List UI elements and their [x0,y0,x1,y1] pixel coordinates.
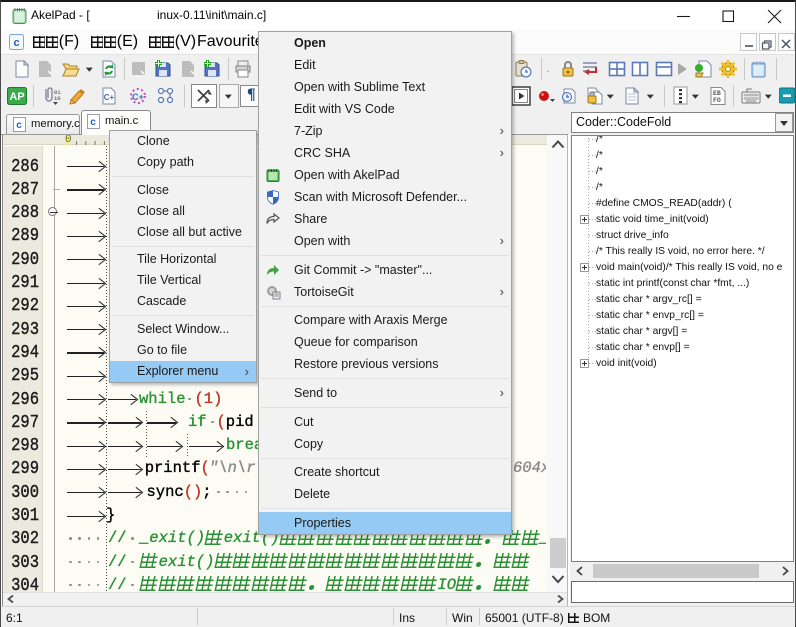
svg-text:c: c [13,37,19,49]
svg-text:C+: C+ [132,92,144,102]
svg-text:AP: AP [9,91,24,103]
svg-text:C+: C+ [104,93,115,102]
svg-text:EB: EB [713,90,721,97]
svg-text:c: c [90,117,96,128]
svg-text:c: c [16,120,22,131]
svg-text:10: 10 [54,95,61,102]
svg-text:FO: FO [713,97,721,104]
